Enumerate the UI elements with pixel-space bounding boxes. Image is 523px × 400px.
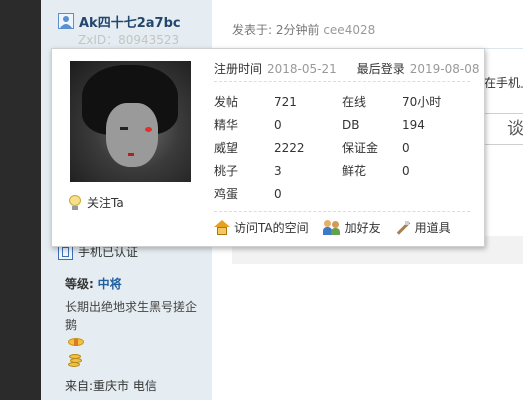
stat-label: 鸡蛋 <box>214 187 239 201</box>
stat-value: 194 <box>402 118 425 132</box>
last-login-date: 2019-08-08 <box>409 62 480 76</box>
author-name-row[interactable]: Ak四十七2a7bc <box>58 12 181 31</box>
post-meta: 发表于: 2分钟前 cee4028 <box>232 21 375 38</box>
last-login-label: 最后登录 <box>356 62 405 76</box>
stat-label: 保证金 <box>342 141 379 155</box>
stat-label: 桃子 <box>214 164 239 178</box>
avatar[interactable] <box>70 61 191 182</box>
home-icon <box>214 220 230 235</box>
left-gutter <box>0 0 41 400</box>
author-zxid: ZxID：80943523 <box>78 33 180 47</box>
post-meta-user[interactable]: cee4028 <box>323 23 375 37</box>
post-input-box[interactable]: 谈 <box>484 113 523 145</box>
register-label: 注册时间 <box>214 62 263 76</box>
stat-row: 发帖 721 在线 70小时 <box>214 92 470 115</box>
stat-row: 威望 2222 保证金 0 <box>214 138 470 161</box>
use-tool-label[interactable]: 用道具 <box>415 219 451 236</box>
register-info: 注册时间 2018-05-21 最后登录 2019-08-08 <box>214 60 480 77</box>
bow-medal-icon[interactable] <box>67 336 85 350</box>
use-tool-link[interactable]: 用道具 <box>395 219 451 236</box>
stat-row: 精华 0 DB 194 <box>214 115 470 138</box>
add-friend-icon <box>322 220 341 235</box>
register-divider <box>214 81 470 82</box>
actions-divider <box>214 211 470 212</box>
add-friend-link[interactable]: 加好友 <box>322 219 381 236</box>
stat-label: 鲜花 <box>342 164 367 178</box>
stat-value: 3 <box>274 164 282 178</box>
post-time: 发表于: 2分钟前 <box>232 23 320 37</box>
user-icon <box>58 13 74 29</box>
popup-actions: 访问TA的空间 加好友 用道具 <box>214 219 465 236</box>
stat-value: 721 <box>274 95 297 109</box>
user-stats: 发帖 721 在线 70小时 精华 0 DB 194 威望 2222 保证金 0… <box>214 92 470 207</box>
stat-value: 0 <box>402 164 410 178</box>
level-label: 等级: <box>65 277 94 291</box>
stat-value: 0 <box>274 187 282 201</box>
author-location: 来自:重庆市 电信 <box>65 379 157 393</box>
visit-space-label[interactable]: 访问TA的空间 <box>234 219 309 236</box>
stat-label: 发帖 <box>214 95 239 109</box>
stat-value: 2222 <box>274 141 305 155</box>
stat-value: 0 <box>274 118 282 132</box>
level-value[interactable]: 中将 <box>98 277 122 291</box>
user-info-popup: 关注Ta 注册时间 2018-05-21 最后登录 2019-08-08 发帖 72… <box>51 48 485 247</box>
stat-label: 在线 <box>342 95 367 109</box>
visit-space-link[interactable]: 访问TA的空间 <box>214 219 309 236</box>
stat-label: 威望 <box>214 141 239 155</box>
follow-button[interactable]: 关注Ta <box>68 194 124 211</box>
add-friend-label[interactable]: 加好友 <box>345 219 381 236</box>
follow-label[interactable]: 关注Ta <box>87 194 124 211</box>
post-content-snippet: 在手机上 <box>484 76 523 90</box>
register-date: 2018-05-21 <box>267 62 337 76</box>
stat-row: 桃子 3 鲜花 0 <box>214 161 470 184</box>
stat-label: 精华 <box>214 118 239 132</box>
author-signature: 长期出绝地求生黑号搓企鹅 <box>65 300 198 332</box>
lightbulb-icon <box>68 194 82 211</box>
stat-row: 鸡蛋 0 <box>214 184 470 207</box>
stat-label: DB <box>342 118 360 132</box>
author-username[interactable]: Ak四十七2a7bc <box>79 12 181 31</box>
stat-value: 0 <box>402 141 410 155</box>
stat-value: 70小时 <box>402 95 442 109</box>
coins-medal-icon[interactable] <box>68 353 84 369</box>
author-level: 等级: 中将 <box>65 275 122 292</box>
magic-wand-icon <box>395 220 411 235</box>
